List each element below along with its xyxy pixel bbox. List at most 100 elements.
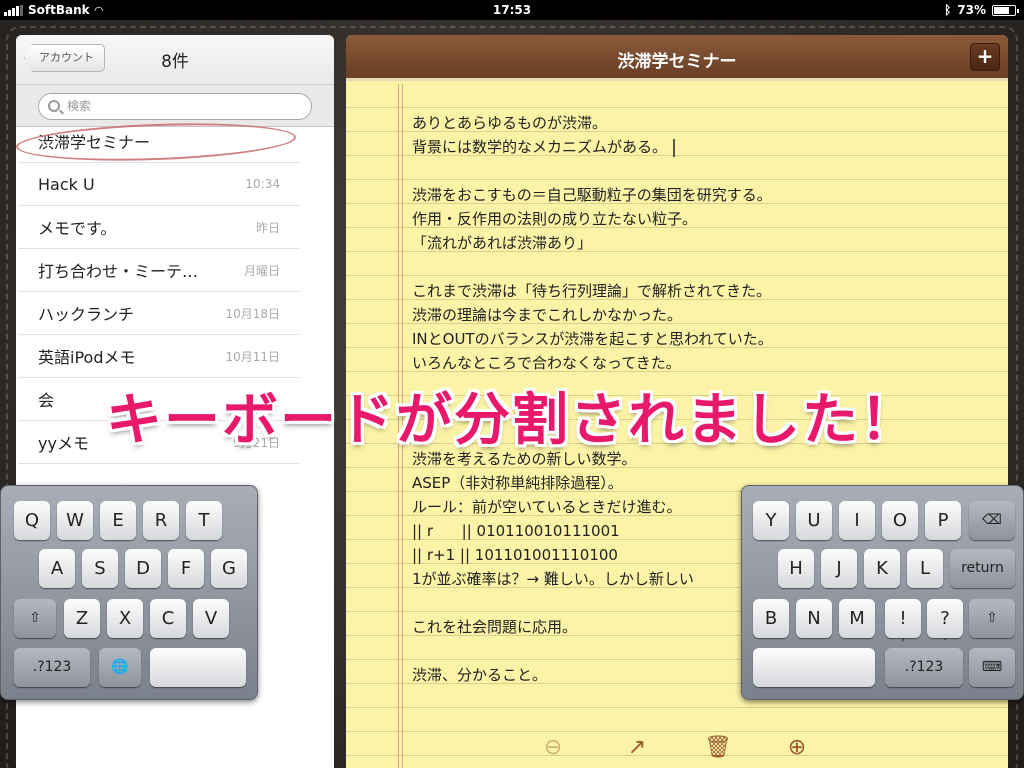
key-i[interactable]: I — [839, 501, 875, 540]
note-item-date: 10:34 — [245, 177, 280, 191]
key-z[interactable]: Z — [64, 599, 100, 638]
note-line: いろんなところで合わなくなってきた。 — [412, 351, 912, 375]
shift-key-right[interactable]: ⇧ — [969, 599, 1015, 638]
battery-icon — [992, 4, 1019, 16]
keyboard-icon: ⌨ — [981, 659, 1003, 675]
note-line-text: 渋滞、分かること。 — [412, 666, 548, 684]
key-j[interactable]: J — [821, 549, 857, 588]
key-x[interactable]: X — [107, 599, 143, 638]
search-icon — [48, 100, 60, 112]
next-note-icon[interactable]: ⊕ — [784, 735, 810, 761]
note-item-title: メモです。 — [38, 219, 117, 238]
note-list-item[interactable]: ハックランチ 10月18日 — [18, 292, 300, 335]
key-c[interactable]: C — [150, 599, 186, 638]
share-icon[interactable]: ↗ — [624, 735, 650, 761]
list-header: アカウント 8件 — [16, 35, 334, 85]
note-item-title: Hack U — [38, 174, 95, 194]
note-line: INとOUTのバランスが渋滞を起こすと思われていた。 — [412, 327, 912, 351]
note-line-text: これを社会問題に応用。 — [412, 618, 578, 636]
note-line-text: 作用・反作用の法則の成り立たない粒子。 — [412, 210, 698, 228]
key-a[interactable]: A — [39, 549, 75, 588]
note-list-item[interactable]: 打ち合わせ・ミーテ… 月曜日 — [18, 249, 300, 292]
overlay-caption: キーボードが分割されました！ — [106, 388, 918, 453]
battery-label: 73% — [957, 3, 986, 17]
note-line: ありとあらゆるものが渋滞。 — [412, 111, 912, 135]
globe-icon: 🌐 — [111, 659, 129, 675]
text-cursor — [673, 138, 676, 157]
note-header: 渋滞学セミナー + — [346, 35, 1008, 81]
space-key-right[interactable] — [753, 648, 875, 687]
exclamation-key[interactable]: ! , — [885, 599, 921, 642]
key-f[interactable]: F — [168, 549, 204, 588]
note-list-item[interactable]: 英語iPodメモ 10月11日 — [18, 335, 300, 378]
key-o[interactable]: O — [882, 501, 918, 540]
note-line-text: 「流れがあれば渋滞あり」 — [412, 234, 593, 252]
search-placeholder: 検索 — [67, 99, 92, 113]
note-line-text: || r || 010110010111001 — [412, 522, 620, 540]
note-line: 背景には数学的なメカニズムがある。 — [412, 135, 912, 159]
note-item-title: 打ち合わせ・ミーテ… — [38, 262, 199, 281]
note-line: これまで渋滞は「待ち行列理論」で解析されてきた。 — [412, 279, 912, 303]
shift-key[interactable]: ⇧ — [14, 599, 56, 638]
key-b[interactable]: B — [753, 599, 789, 638]
key-w[interactable]: W — [57, 501, 93, 540]
note-list-item[interactable]: メモです。 昨日 — [18, 206, 300, 249]
split-keyboard-left: QWERT ASDFG ⇧ ZXCV .?123 🌐 — [0, 485, 258, 700]
return-key[interactable]: return — [950, 549, 1015, 588]
note-list-item[interactable]: Hack U 10:34 — [18, 163, 300, 206]
note-item-date: 昨日 — [255, 220, 280, 235]
key-m[interactable]: M — [839, 599, 875, 638]
key-p[interactable]: P — [925, 501, 961, 540]
key-y[interactable]: Y — [753, 501, 789, 540]
key-d[interactable]: D — [125, 549, 161, 588]
numbers-key[interactable]: .?123 — [14, 648, 90, 687]
note-item-date: 10月11日 — [225, 349, 280, 364]
note-line: 作用・反作用の法則の成り立たない粒子。 — [412, 207, 912, 231]
note-line-text: これまで渋滞は「待ち行列理論」で解析されてきた。 — [412, 282, 772, 300]
trash-icon[interactable]: 🗑 — [704, 735, 732, 761]
note-line — [412, 159, 912, 183]
note-line-text: ありとあらゆるものが渋滞。 — [412, 114, 608, 132]
note-line: 渋滞の理論は今までこれしかなかった。 — [412, 303, 912, 327]
note-line-text: 渋滞の理論は今までこれしかなかった。 — [412, 306, 683, 324]
question-label: ? — [940, 608, 950, 629]
note-list-item[interactable]: 渋滞学セミナー — [15, 119, 300, 165]
status-bar: SoftBank ◠ 17:53 ᛒ 73% — [0, 0, 1024, 20]
hide-keyboard-key[interactable]: ⌨ — [969, 648, 1015, 687]
search-input[interactable]: 検索 — [38, 93, 312, 120]
key-h[interactable]: H — [778, 549, 814, 588]
notes-count-title: 8件 — [161, 52, 189, 72]
note-line: 渋滞をおこすもの＝自己駆動粒子の集団を研究する。 — [412, 183, 912, 207]
numbers-key-right[interactable]: .?123 — [885, 648, 963, 687]
key-e[interactable]: E — [100, 501, 136, 540]
key-t[interactable]: T — [186, 501, 222, 540]
note-line — [412, 255, 912, 279]
question-key[interactable]: ? . — [927, 599, 963, 642]
note-line-text: || r+1 || 101101001110100 — [412, 546, 618, 564]
delete-key[interactable]: ⌫ — [969, 501, 1015, 540]
status-right: ᛒ 73% — [944, 3, 1019, 17]
bluetooth-icon: ᛒ — [944, 3, 952, 17]
globe-key[interactable]: 🌐 — [99, 648, 141, 687]
comma-label: , — [901, 629, 905, 643]
note-line: 「流れがあれば渋滞あり」 — [412, 231, 912, 255]
key-n[interactable]: N — [796, 599, 832, 638]
note-title: 渋滞学セミナー — [617, 52, 737, 72]
split-keyboard-right: YUIOP ⌫ HJKL return BNM ! , ? . ⇧ .?123 … — [741, 485, 1024, 700]
key-s[interactable]: S — [82, 549, 118, 588]
key-q[interactable]: Q — [14, 501, 50, 540]
note-item-date: 10月18日 — [225, 306, 280, 321]
key-l[interactable]: L — [907, 549, 943, 588]
key-u[interactable]: U — [796, 501, 832, 540]
key-g[interactable]: G — [211, 549, 247, 588]
key-v[interactable]: V — [193, 599, 229, 638]
key-k[interactable]: K — [864, 549, 900, 588]
clock: 17:53 — [492, 3, 532, 17]
note-toolbar: ⊖ ↗ 🗑 ⊕ — [346, 724, 1008, 768]
note-item-title: ハックランチ — [38, 305, 135, 324]
add-note-button[interactable]: + — [970, 43, 1000, 71]
note-line-text: 背景には数学的なメカニズムがある。 — [412, 138, 668, 156]
previous-note-icon[interactable]: ⊖ — [540, 735, 566, 761]
space-key-left[interactable] — [150, 648, 246, 687]
key-r[interactable]: R — [143, 501, 179, 540]
